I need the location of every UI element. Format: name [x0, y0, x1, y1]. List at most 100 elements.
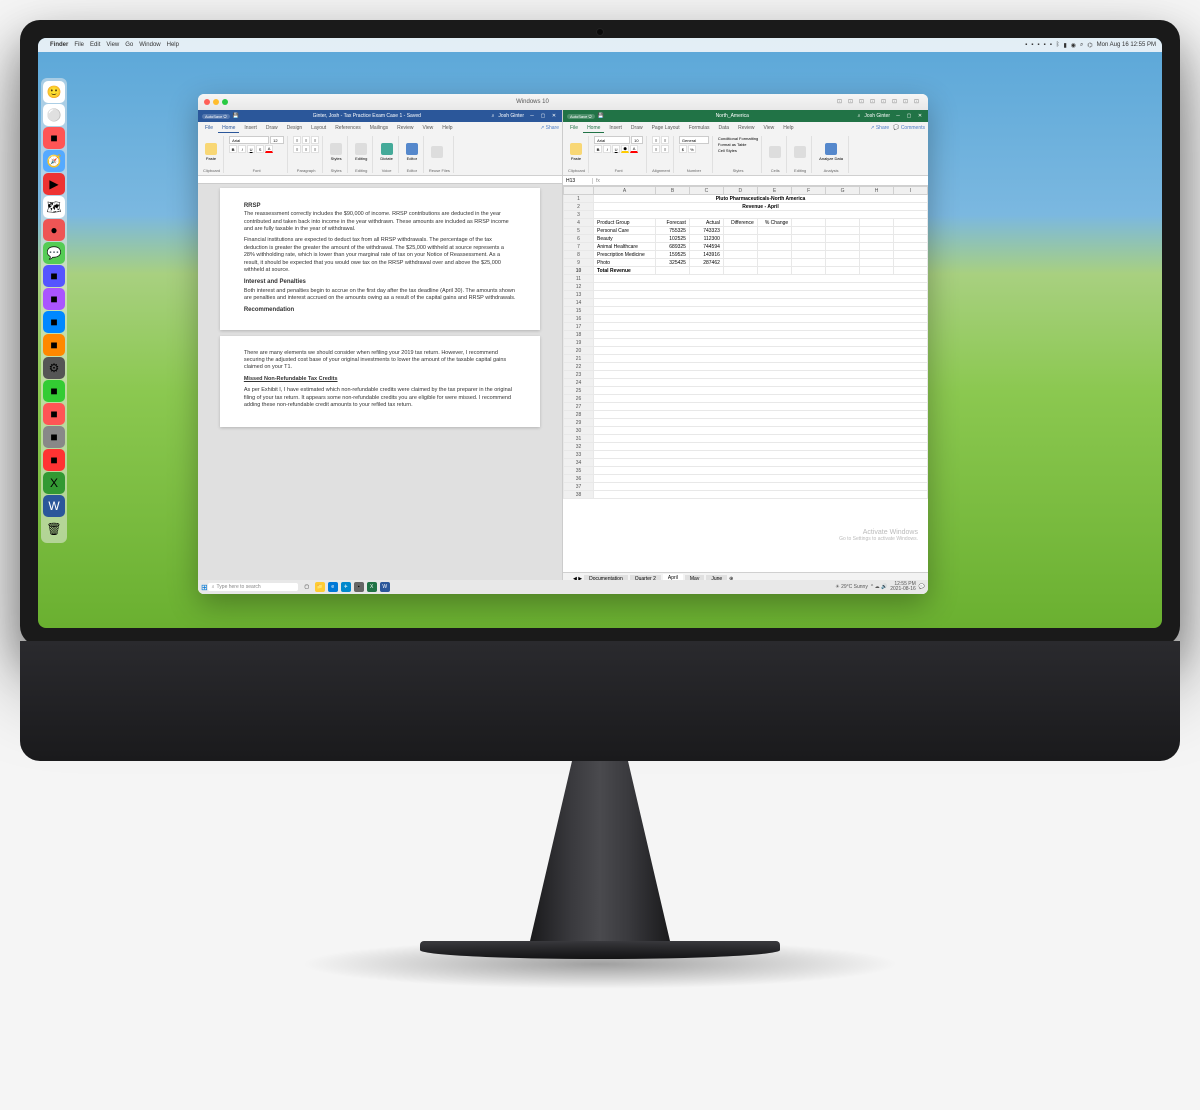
search-icon[interactable]: ⌕ — [492, 113, 495, 119]
editor-button[interactable]: Editor — [404, 142, 420, 162]
currency-button[interactable]: $ — [679, 145, 687, 153]
dock-app[interactable]: ■ — [43, 265, 65, 287]
editing-button[interactable]: Editing — [353, 142, 369, 162]
window-restore[interactable]: ▢ — [905, 113, 913, 119]
tab-view[interactable]: View — [419, 124, 438, 132]
styles-button[interactable]: Styles — [328, 142, 344, 162]
toolbar-icon[interactable]: ⊡ — [870, 98, 878, 106]
autosave-toggle[interactable]: AutoSave ⏻ — [202, 114, 230, 119]
window-close[interactable]: ✕ — [550, 113, 558, 119]
font-name-select[interactable]: Arial — [229, 136, 269, 144]
tab-page-layout[interactable]: Page Layout — [648, 124, 684, 132]
menubar-edit[interactable]: Edit — [90, 42, 100, 48]
autosave-toggle[interactable]: AutoSave ⏻ — [567, 114, 595, 119]
align-button[interactable]: ≡ — [652, 145, 660, 153]
font-name-select[interactable]: Arial — [594, 136, 630, 144]
minimize-button[interactable] — [213, 99, 219, 105]
tab-view[interactable]: View — [760, 124, 779, 132]
taskbar-edge[interactable]: e — [328, 582, 338, 592]
editing-button[interactable] — [792, 145, 808, 159]
status-icon[interactable]: ▪ — [1044, 42, 1046, 48]
save-icon[interactable]: 💾 — [598, 113, 604, 119]
taskbar-word[interactable]: W — [380, 582, 390, 592]
tab-file[interactable]: File — [566, 124, 582, 132]
underline-button[interactable]: U — [612, 145, 620, 153]
excel-user[interactable]: Josh Ginter — [864, 113, 890, 119]
align-button[interactable]: ≡ — [661, 136, 669, 144]
word-user[interactable]: Josh Ginter — [498, 113, 524, 119]
dock-app[interactable]: ■ — [43, 380, 65, 402]
document-page[interactable]: RRSP The reassessment correctly includes… — [220, 188, 540, 330]
align-left-button[interactable]: ≡ — [293, 145, 301, 153]
fill-color-button[interactable]: ⬢ — [621, 145, 629, 153]
window-minimize[interactable]: ─ — [528, 113, 536, 119]
dock-maps[interactable]: 🗺 — [43, 196, 65, 218]
italic-button[interactable]: I — [238, 145, 246, 153]
window-restore[interactable]: ▢ — [539, 113, 547, 119]
taskbar-app[interactable]: ✈ — [341, 582, 351, 592]
tab-data[interactable]: Data — [715, 124, 734, 132]
taskbar-app[interactable]: ▪ — [354, 582, 364, 592]
dock-app[interactable]: ■ — [43, 449, 65, 471]
toolbar-icon[interactable]: ⊡ — [837, 98, 845, 106]
tab-mailings[interactable]: Mailings — [366, 124, 392, 132]
task-view-button[interactable]: ▢ — [302, 582, 312, 592]
tab-review[interactable]: Review — [734, 124, 758, 132]
paste-button[interactable]: Paste — [568, 142, 584, 162]
dock-messages[interactable]: 💬 — [43, 242, 65, 264]
dock-app[interactable]: ⚪ — [43, 104, 65, 126]
tab-layout[interactable]: Layout — [307, 124, 330, 132]
document-page[interactable]: There are many elements we should consid… — [220, 336, 540, 428]
tab-draw[interactable]: Draw — [262, 124, 282, 132]
dock-app[interactable]: ▶ — [43, 173, 65, 195]
dictate-button[interactable]: Dictate — [378, 142, 394, 162]
save-icon[interactable]: 💾 — [233, 113, 239, 119]
dock-app[interactable]: ■ — [43, 334, 65, 356]
ruler[interactable] — [198, 176, 562, 184]
name-box[interactable]: H13 — [563, 178, 593, 184]
menubar-app-name[interactable]: Finder — [50, 42, 68, 48]
tab-insert[interactable]: Insert — [605, 124, 626, 132]
maximize-button[interactable] — [222, 99, 228, 105]
align-button[interactable]: ≡ — [661, 145, 669, 153]
dock-app[interactable]: ■ — [43, 426, 65, 448]
notifications-button[interactable]: 💬 — [919, 584, 925, 590]
document-scroll[interactable]: RRSP The reassessment correctly includes… — [198, 184, 562, 584]
font-color-button[interactable]: A — [265, 145, 273, 153]
paste-button[interactable]: Paste — [203, 142, 219, 162]
font-size-select[interactable]: 10 — [631, 136, 643, 144]
excel-titlebar[interactable]: AutoSave ⏻ 💾 North_America ⌕ Josh Ginter… — [563, 110, 928, 122]
excel-grid[interactable]: ABCDEFGHI 1Pluto Pharmaceuticals-North A… — [563, 186, 928, 499]
share-button[interactable]: ↗ Share — [540, 125, 559, 131]
bold-button[interactable]: B — [229, 145, 237, 153]
number-format-select[interactable]: General — [679, 136, 709, 144]
bluetooth-icon[interactable]: ᛒ — [1056, 42, 1060, 48]
menubar-file[interactable]: File — [74, 42, 84, 48]
close-button[interactable] — [204, 99, 210, 105]
menubar-view[interactable]: View — [106, 42, 119, 48]
align-right-button[interactable]: ≡ — [311, 145, 319, 153]
search-icon[interactable]: ⌕ — [858, 113, 861, 119]
tab-help[interactable]: Help — [779, 124, 797, 132]
menubar-go[interactable]: Go — [125, 42, 133, 48]
align-center-button[interactable]: ≡ — [302, 145, 310, 153]
dock-excel[interactable]: X — [43, 472, 65, 494]
tab-insert[interactable]: Insert — [240, 124, 261, 132]
window-minimize[interactable]: ─ — [894, 113, 902, 119]
toolbar-icon[interactable]: ⊡ — [892, 98, 900, 106]
tab-file[interactable]: File — [201, 124, 217, 132]
dock-app[interactable]: ■ — [43, 311, 65, 333]
dock-app[interactable]: ■ — [43, 288, 65, 310]
tab-review[interactable]: Review — [393, 124, 417, 132]
control-center-icon[interactable]: ⌬ — [1087, 42, 1092, 49]
tab-help[interactable]: Help — [438, 124, 456, 132]
analyze-data-button[interactable]: Analyze Data — [817, 142, 845, 162]
reuse-files-button[interactable] — [429, 145, 445, 159]
tab-draw[interactable]: Draw — [627, 124, 647, 132]
weather-widget[interactable]: ☀ 29°C Sunny — [835, 584, 868, 590]
dock-trash[interactable]: 🗑 — [43, 518, 65, 540]
cell-styles-button[interactable]: Cell Styles — [718, 148, 758, 153]
search-icon[interactable]: ⌕ — [1080, 42, 1083, 49]
toolbar-icon[interactable]: ⊡ — [881, 98, 889, 106]
toolbar-icon[interactable]: ⊡ — [914, 98, 922, 106]
